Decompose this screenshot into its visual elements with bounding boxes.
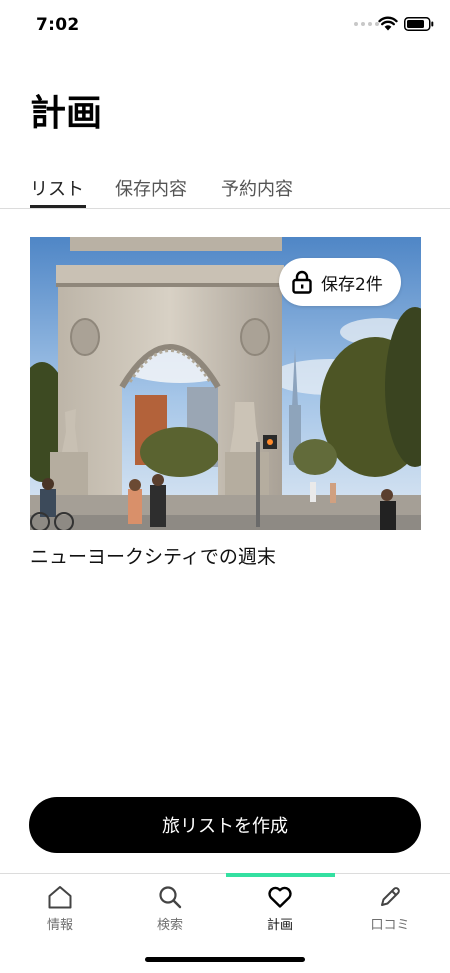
lock-icon <box>292 270 312 294</box>
nav-item-plan[interactable]: 計画 <box>224 874 336 944</box>
tab-active-indicator <box>30 205 86 208</box>
pencil-icon <box>381 887 400 906</box>
nav-label-reviews: 口コミ <box>370 918 410 933</box>
status-time: 7:02 <box>36 15 80 35</box>
status-bar: 7:02 <box>0 0 450 50</box>
tab-list[interactable]: リスト <box>30 175 84 201</box>
home-icon <box>48 886 72 909</box>
tab-saved[interactable]: 保存内容 <box>115 175 187 201</box>
search-icon <box>159 886 182 909</box>
home-indicator[interactable] <box>145 957 305 962</box>
battery-icon <box>404 17 434 31</box>
page-title: 計画 <box>30 93 103 134</box>
create-trip-button[interactable]: 旅リストを作成 <box>29 797 421 853</box>
nav-item-reviews[interactable]: 口コミ <box>334 874 446 944</box>
trip-card[interactable]: 保存2件 ニューヨークシティでの週末 <box>30 237 421 569</box>
saved-count-label: 保存2件 <box>321 274 383 295</box>
cellular-signal-icon <box>354 22 379 26</box>
nav-active-indicator <box>226 873 335 877</box>
nav-item-info[interactable]: 情報 <box>4 874 116 944</box>
trip-title[interactable]: ニューヨークシティでの週末 <box>30 542 421 569</box>
tab-bookings[interactable]: 予約内容 <box>221 175 293 201</box>
plan-tabs: リスト 保存内容 予約内容 <box>0 170 450 209</box>
saved-count-badge: 保存2件 <box>279 258 401 306</box>
nav-label-plan: 計画 <box>266 918 293 933</box>
nav-label-search: 検索 <box>156 918 183 933</box>
nav-item-search[interactable]: 検索 <box>114 874 226 944</box>
nav-label-info: 情報 <box>46 918 73 933</box>
wifi-icon <box>378 16 398 31</box>
heart-icon <box>268 886 292 908</box>
